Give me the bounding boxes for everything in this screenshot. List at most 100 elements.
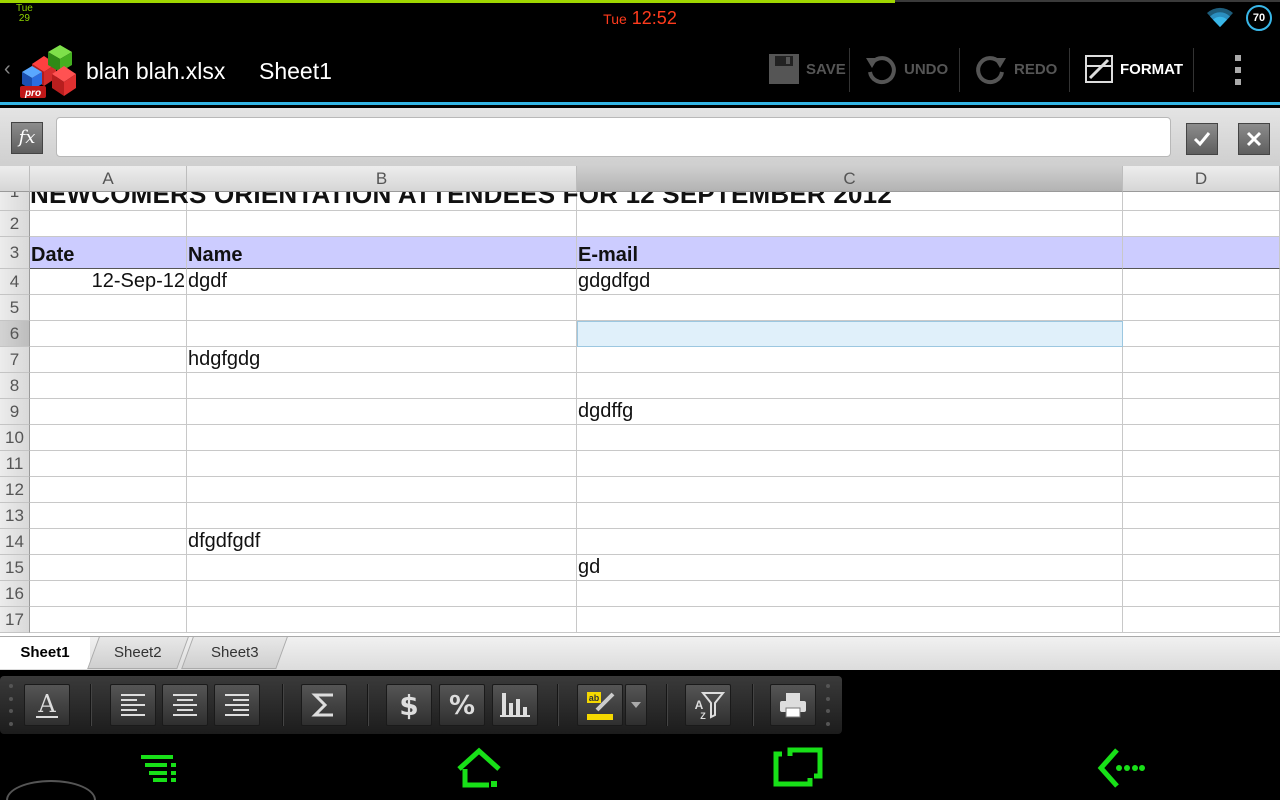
cell-a17[interactable] <box>30 607 187 633</box>
cell-d3[interactable] <box>1123 237 1280 269</box>
row-header-10[interactable]: 10 <box>0 425 30 451</box>
cell-b11[interactable] <box>187 451 577 477</box>
row-header-5[interactable]: 5 <box>0 295 30 321</box>
row-header-14[interactable]: 14 <box>0 529 30 555</box>
select-all-corner[interactable] <box>0 166 30 192</box>
cell-c11[interactable] <box>577 451 1123 477</box>
cell-b10[interactable] <box>187 425 577 451</box>
cell-d17[interactable] <box>1123 607 1280 633</box>
officesuite-pro-logo[interactable]: pro <box>18 44 78 100</box>
cell-d4[interactable] <box>1123 269 1280 295</box>
cell-d2[interactable] <box>1123 211 1280 237</box>
cell-d5[interactable] <box>1123 295 1280 321</box>
cell-c6[interactable] <box>577 321 1123 347</box>
overflow-menu-icon[interactable] <box>1226 52 1250 88</box>
cancel-button[interactable] <box>1238 123 1270 155</box>
row-header-4[interactable]: 4 <box>0 269 30 295</box>
cell-a11[interactable] <box>30 451 187 477</box>
cell-b6[interactable] <box>187 321 577 347</box>
autosum-button[interactable] <box>301 684 347 726</box>
row-header-17[interactable]: 17 <box>0 607 30 633</box>
highlight-color-dropdown[interactable] <box>625 684 647 726</box>
cell-b9[interactable] <box>187 399 577 425</box>
up-caret-icon[interactable]: ‹ <box>4 58 11 81</box>
cell-c2[interactable] <box>577 211 1123 237</box>
cell-b17[interactable] <box>187 607 577 633</box>
formula-input[interactable] <box>56 117 1171 157</box>
cell-c16[interactable] <box>577 581 1123 607</box>
cell-d6[interactable] <box>1123 321 1280 347</box>
cell-a6[interactable] <box>30 321 187 347</box>
cell-b16[interactable] <box>187 581 577 607</box>
cell-c10[interactable] <box>577 425 1123 451</box>
currency-button[interactable]: $ <box>386 684 432 726</box>
align-right-button[interactable] <box>214 684 260 726</box>
cell-b12[interactable] <box>187 477 577 503</box>
column-header-b[interactable]: B <box>187 166 577 192</box>
recent-apps-button[interactable] <box>770 744 826 792</box>
row-header-8[interactable]: 8 <box>0 373 30 399</box>
toolbar-grip-left[interactable] <box>9 684 13 726</box>
cell-d15[interactable] <box>1123 555 1280 581</box>
cell-a10[interactable] <box>30 425 187 451</box>
highlight-color-button[interactable]: ab <box>577 684 623 726</box>
row-header-12[interactable]: 12 <box>0 477 30 503</box>
align-center-button[interactable] <box>162 684 208 726</box>
home-button[interactable] <box>451 744 507 792</box>
row-header-16[interactable]: 16 <box>0 581 30 607</box>
cell-c7[interactable] <box>577 347 1123 373</box>
cell-a15[interactable] <box>30 555 187 581</box>
cell-d14[interactable] <box>1123 529 1280 555</box>
cell-d7[interactable] <box>1123 347 1280 373</box>
spreadsheet-grid[interactable]: A B C D 1 NEWCOMERS ORIENTATION ATTENDEE… <box>0 166 1280 636</box>
tab-sheet3[interactable]: Sheet3 <box>181 637 288 669</box>
row-header-15[interactable]: 15 <box>0 555 30 581</box>
menu-button[interactable] <box>131 744 187 792</box>
cell-b15[interactable] <box>187 555 577 581</box>
cell-b2[interactable] <box>187 211 577 237</box>
cell-b13[interactable] <box>187 503 577 529</box>
cell-b14[interactable]: dfgdfgdf <box>187 529 577 555</box>
cell-d13[interactable] <box>1123 503 1280 529</box>
cell-b4[interactable]: dgdf <box>187 269 577 295</box>
cell-c9[interactable]: dgdffg <box>577 399 1123 425</box>
confirm-button[interactable] <box>1186 123 1218 155</box>
chart-button[interactable] <box>492 684 538 726</box>
cell-a14[interactable] <box>30 529 187 555</box>
tab-sheet1[interactable]: Sheet1 <box>0 637 90 669</box>
toolbar-grip-right[interactable] <box>826 684 830 726</box>
undo-button[interactable]: UNDO <box>864 36 948 102</box>
row-header-13[interactable]: 13 <box>0 503 30 529</box>
print-button[interactable] <box>770 684 816 726</box>
cell-b8[interactable] <box>187 373 577 399</box>
function-button[interactable]: fx <box>11 122 43 154</box>
cell-b5[interactable] <box>187 295 577 321</box>
column-header-d[interactable]: D <box>1123 166 1280 192</box>
app-drawer-edge[interactable] <box>6 780 96 800</box>
cell-b7[interactable]: hdgfgdg <box>187 347 577 373</box>
cell-a5[interactable] <box>30 295 187 321</box>
cell-a4[interactable]: 12-Sep-12 <box>30 269 187 295</box>
cell-c4[interactable]: gdgdfgd <box>577 269 1123 295</box>
sort-filter-button[interactable]: AZ <box>685 684 731 726</box>
format-button[interactable]: FORMAT <box>1084 36 1183 102</box>
cell-d12[interactable] <box>1123 477 1280 503</box>
row-header-6[interactable]: 6 <box>0 321 30 347</box>
cell-a7[interactable] <box>30 347 187 373</box>
cell-c14[interactable] <box>577 529 1123 555</box>
cell-a8[interactable] <box>30 373 187 399</box>
cell-d9[interactable] <box>1123 399 1280 425</box>
column-header-a[interactable]: A <box>30 166 187 192</box>
cell-b3[interactable]: Name <box>187 237 577 269</box>
align-left-button[interactable] <box>110 684 156 726</box>
cell-c12[interactable] <box>577 477 1123 503</box>
back-button[interactable] <box>1094 744 1150 792</box>
redo-button[interactable]: REDO <box>974 36 1057 102</box>
save-button[interactable]: SAVE <box>768 36 846 102</box>
column-header-c[interactable]: C <box>577 166 1123 192</box>
cell-a9[interactable] <box>30 399 187 425</box>
cell-c8[interactable] <box>577 373 1123 399</box>
row-header-9[interactable]: 9 <box>0 399 30 425</box>
cell-d11[interactable] <box>1123 451 1280 477</box>
cell-d10[interactable] <box>1123 425 1280 451</box>
